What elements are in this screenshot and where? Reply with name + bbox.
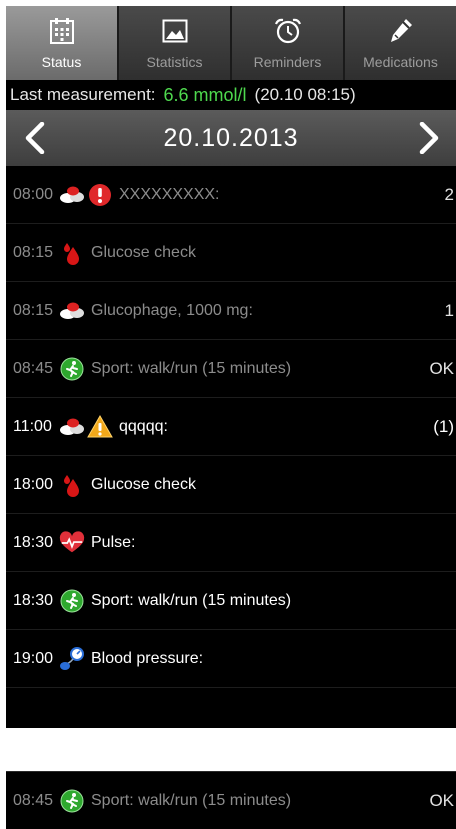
entry-text: Sport: walk/run (15 minutes) <box>91 791 292 809</box>
entry-value: OK <box>429 358 454 378</box>
entry-time: 08:00 <box>13 185 54 203</box>
last-measurement-value: 6.6 mmol/l <box>163 84 247 105</box>
entry-value: 2 <box>444 184 454 204</box>
tab-status-label: Status <box>41 54 82 70</box>
warning-red-icon <box>87 182 113 208</box>
tab-statistics[interactable]: Statistics <box>119 6 232 80</box>
entry-time: 08:45 <box>13 791 54 809</box>
list-item[interactable]: 08:45 Sport: walk/run (15 minutes) OK <box>6 772 456 829</box>
sport-run-icon <box>59 788 85 814</box>
warning-triangle-icon <box>87 414 113 440</box>
picture-icon <box>160 16 190 46</box>
entry-text: XXXXXXXXX: <box>119 185 220 203</box>
last-measurement-label: Last measurement: <box>10 85 156 104</box>
entry-text: Glucophage, 1000 mg: <box>91 301 253 319</box>
entry-text: Blood pressure: <box>91 649 204 667</box>
list-item[interactable]: 11:00 qqqqq: (1) <box>6 398 456 456</box>
entry-time: 08:45 <box>13 359 54 377</box>
calendar-icon <box>47 16 77 46</box>
tab-status[interactable]: Status <box>6 6 119 80</box>
entry-text: Glucose check <box>91 475 196 493</box>
list-fragment: 08:45 Sport: walk/run (15 minutes) OK <box>6 771 456 829</box>
entry-text: qqqqq: <box>119 417 168 435</box>
entry-time: 08:15 <box>13 243 54 261</box>
date-navigation: 20.10.2013 <box>6 110 456 166</box>
chevron-right-icon[interactable] <box>414 121 444 155</box>
entry-time: 18:00 <box>13 475 54 493</box>
last-measurement-time: (20.10 08:15) <box>254 85 356 104</box>
pills-icon <box>59 182 85 208</box>
blood-drop-icon <box>59 472 85 498</box>
list-item[interactable]: 08:15 Glucose check <box>6 224 456 282</box>
entry-time: 08:15 <box>13 301 54 319</box>
pills-icon <box>59 298 85 324</box>
entry-value: 1 <box>444 300 454 320</box>
entry-value: (1) <box>433 416 454 436</box>
entry-text: Sport: walk/run (15 minutes) <box>91 359 292 377</box>
current-date: 20.10.2013 <box>163 124 299 152</box>
tab-reminders-label: Reminders <box>253 54 322 70</box>
list-item[interactable]: 18:00 Glucose check <box>6 456 456 514</box>
pencil-icon <box>386 16 416 46</box>
list-item[interactable]: 08:15 Glucophage, 1000 mg: 1 <box>6 282 456 340</box>
alarm-clock-icon <box>273 16 303 46</box>
sport-run-icon <box>59 356 85 382</box>
tab-medications-label: Medications <box>363 54 438 70</box>
entry-time: 18:30 <box>13 533 54 551</box>
entry-text: Sport: walk/run (15 minutes) <box>91 591 292 609</box>
list-item[interactable]: 18:30 Pulse: <box>6 514 456 572</box>
sport-run-icon <box>59 588 85 614</box>
tab-reminders[interactable]: Reminders <box>232 6 345 80</box>
list-item[interactable]: 18:30 Sport: walk/run (15 minutes) <box>6 572 456 630</box>
blood-pressure-icon <box>59 646 85 672</box>
tab-bar: Status Statistics Reminders Medications <box>6 6 456 80</box>
entry-time: 19:00 <box>13 649 54 667</box>
list-item[interactable]: 19:00 Blood pressure: <box>6 630 456 688</box>
last-measurement-bar: Last measurement: 6.6 mmol/l (20.10 08:1… <box>6 80 456 110</box>
entry-value: OK <box>429 790 454 810</box>
list-item[interactable]: 08:00 XXXXXXXXX: 2 <box>6 166 456 224</box>
list-item[interactable]: 08:45 Sport: walk/run (15 minutes) OK <box>6 340 456 398</box>
heart-pulse-icon <box>59 530 85 556</box>
entry-text: Glucose check <box>91 243 196 261</box>
pills-icon <box>59 414 85 440</box>
entry-time: 11:00 <box>13 417 52 435</box>
app-screen: Status Statistics Reminders Medications … <box>6 6 456 728</box>
tab-medications[interactable]: Medications <box>345 6 456 80</box>
tab-statistics-label: Statistics <box>146 54 203 70</box>
entry-text: Pulse: <box>91 533 136 551</box>
blood-drop-icon <box>59 240 85 266</box>
entry-time: 18:30 <box>13 591 54 609</box>
